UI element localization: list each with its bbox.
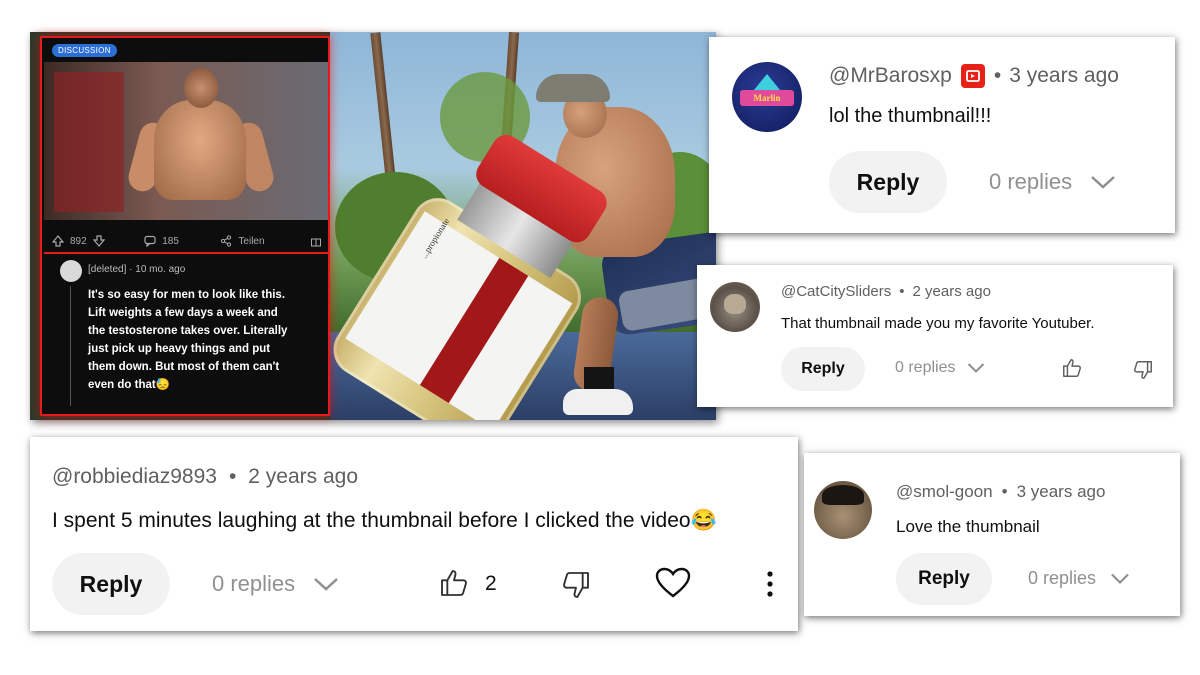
replies-toggle[interactable]: 0 replies <box>989 169 1116 195</box>
comment-meta: [deleted] · 10 mo. ago <box>88 264 185 275</box>
comment-icon[interactable] <box>144 235 156 247</box>
comment-age: 3 years ago <box>1009 64 1119 87</box>
comment-text: Love the thumbnail <box>896 517 1040 536</box>
share-icon[interactable] <box>220 235 232 247</box>
comment-header: @smol-goon • 3 years ago <box>896 482 1105 502</box>
comment-header: @MrBarosxp • 3 years ago <box>829 63 1119 89</box>
chevron-down-icon <box>1090 174 1116 190</box>
chevron-down-icon <box>967 362 985 374</box>
reply-button[interactable]: Reply <box>52 553 170 615</box>
comment-text: It's so easy for men to look like this. … <box>88 289 288 391</box>
photo-torso <box>154 100 246 200</box>
cat-face <box>724 294 746 314</box>
replies-count: 0 replies <box>989 169 1073 194</box>
comment-handle[interactable]: @smol-goon <box>896 482 993 502</box>
shoe <box>563 389 633 415</box>
more-options-icon[interactable] <box>766 571 774 597</box>
dislike-icon[interactable] <box>1132 359 1154 381</box>
upvote-icon[interactable] <box>52 235 64 247</box>
comment-handle[interactable]: @robbiediaz9893 <box>52 465 217 489</box>
hair <box>822 485 864 505</box>
replies-count: 0 replies <box>212 571 296 596</box>
channel-avatar[interactable] <box>814 481 872 539</box>
discussion-badge: DISCUSSION <box>52 44 117 57</box>
heart-icon[interactable] <box>655 567 691 599</box>
comment-card: @CatCitySliders • 2 years ago That thumb… <box>697 265 1173 407</box>
downvote-icon[interactable] <box>92 235 105 247</box>
vial-label-text: ...propionate <box>418 216 452 260</box>
avatar-logo-text: Marlin <box>740 90 794 106</box>
post-photo <box>44 62 328 220</box>
replies-count: 0 replies <box>895 359 956 376</box>
chevron-down-icon <box>313 576 339 592</box>
comment-age: 10 mo. ago <box>135 264 186 275</box>
baseball-cap <box>536 74 610 102</box>
comment-text: lol the thumbnail!!! <box>829 105 992 127</box>
comment-age: 2 years ago <box>912 283 991 300</box>
comment-header: @CatCitySliders • 2 years ago <box>781 283 991 300</box>
replies-toggle[interactable]: 0 replies <box>1028 568 1130 589</box>
channel-avatar[interactable]: Marlin <box>732 62 802 132</box>
replies-toggle[interactable]: 0 replies <box>212 571 339 597</box>
comment-divider <box>44 252 328 254</box>
comment-username[interactable]: [deleted] <box>88 264 126 275</box>
reddit-post-card: DISCUSSION 892 185 Teilen [deleted] · 10… <box>40 36 330 416</box>
upvote-count: 892 <box>70 235 87 247</box>
share-label[interactable]: Teilen <box>238 236 264 247</box>
photo-wall <box>54 72 124 212</box>
reply-button[interactable]: Reply <box>781 347 865 391</box>
reply-button[interactable]: Reply <box>829 151 947 213</box>
separator-dot: • <box>899 283 905 300</box>
separator-dot: • <box>993 64 1002 87</box>
replies-count: 0 replies <box>1028 568 1097 588</box>
avatar-fin <box>754 74 780 90</box>
vial-label-stripe <box>419 257 529 404</box>
comment-card: @robbiediaz9893 • 2 years ago I spent 5 … <box>30 437 798 631</box>
post-actions: 892 185 Teilen <box>52 234 322 248</box>
photo-head <box>184 68 218 108</box>
replies-toggle[interactable]: 0 replies <box>895 359 985 377</box>
channel-avatar[interactable] <box>710 282 760 332</box>
like-icon[interactable] <box>438 567 470 599</box>
comment-age: 3 years ago <box>1016 482 1106 501</box>
reply-button[interactable]: Reply <box>896 553 992 605</box>
award-icon[interactable] <box>310 235 322 247</box>
like-count: 2 <box>485 572 497 595</box>
comment-age: 2 years ago <box>248 465 359 488</box>
commenter-avatar <box>60 260 82 282</box>
dislike-icon[interactable] <box>560 569 592 601</box>
like-icon[interactable] <box>1061 357 1083 379</box>
comment-handle[interactable]: @MrBarosxp <box>829 64 952 88</box>
separator-dot: • <box>228 465 237 488</box>
youtube-badge-icon <box>960 63 986 89</box>
comment-header: @robbiediaz9893 • 2 years ago <box>52 465 358 489</box>
comment-text: I spent 5 minutes laughing at the thumbn… <box>52 509 717 532</box>
separator-dot: • <box>1001 482 1008 501</box>
comment-handle[interactable]: @CatCitySliders <box>781 283 891 300</box>
thread-line <box>70 286 71 406</box>
comment-count: 185 <box>162 235 179 247</box>
comment-text: That thumbnail made you my favorite Yout… <box>781 315 1095 332</box>
chevron-down-icon <box>1110 572 1130 585</box>
comment-card: @smol-goon • 3 years ago Love the thumbn… <box>804 453 1180 616</box>
comment-card: Marlin @MrBarosxp • 3 years ago lol the … <box>709 37 1175 233</box>
